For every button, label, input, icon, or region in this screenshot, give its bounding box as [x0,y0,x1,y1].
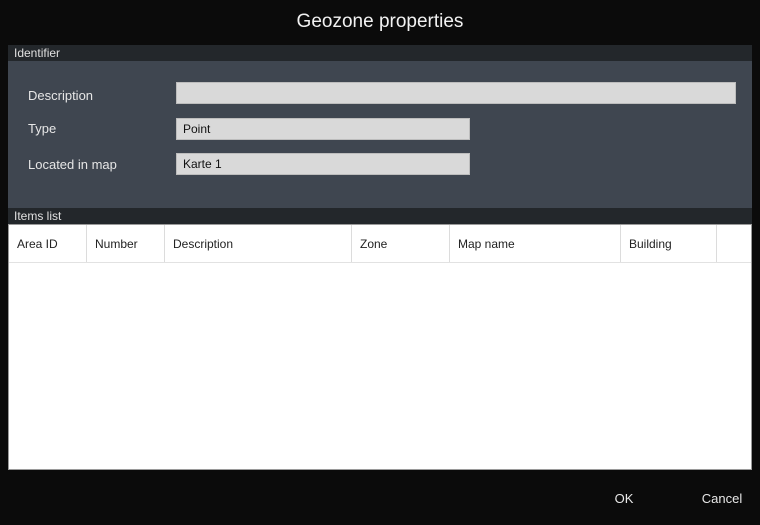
items-list-section-header: Items list [8,208,752,224]
window-title: Geozone properties [296,11,464,32]
items-table[interactable]: Area ID Number Description Zone Map name… [8,224,752,470]
type-field[interactable]: Point [176,118,470,140]
column-header-filler [717,225,751,262]
column-header-map-name[interactable]: Map name [450,225,621,262]
located-in-map-label: Located in map [28,157,117,172]
cancel-button[interactable]: Cancel [690,472,754,525]
identifier-section-header: Identifier [8,45,752,61]
located-in-map-field[interactable]: Karte 1 [176,153,470,175]
column-header-building[interactable]: Building [621,225,717,262]
title-bar: Geozone properties [0,0,760,44]
identifier-panel: Description Type Point Located in map Ka… [8,61,752,208]
ok-button[interactable]: OK [604,472,644,525]
description-field[interactable] [176,82,736,104]
column-header-zone[interactable]: Zone [352,225,450,262]
type-label: Type [28,121,57,136]
column-header-number[interactable]: Number [87,225,165,262]
column-header-area-id[interactable]: Area ID [9,225,87,262]
dialog-footer: OK Cancel [0,472,760,525]
column-header-description[interactable]: Description [165,225,352,262]
description-label: Description [28,88,94,103]
items-table-header: Area ID Number Description Zone Map name… [9,225,751,263]
